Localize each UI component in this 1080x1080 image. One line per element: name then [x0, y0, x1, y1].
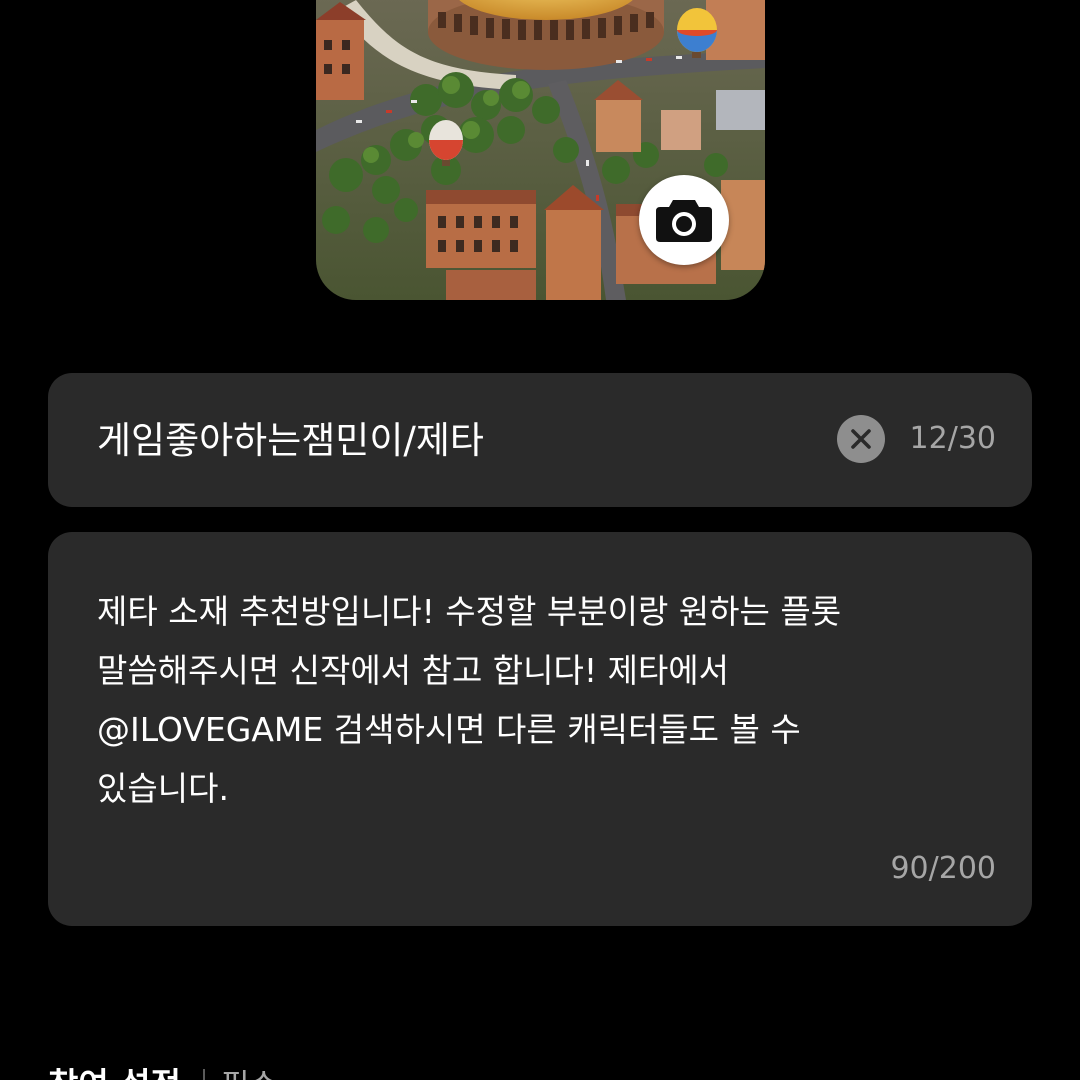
- name-character-counter: 12/30: [909, 421, 996, 456]
- section-title: 참여 설정: [48, 1058, 181, 1080]
- close-icon: [851, 429, 871, 449]
- description-character-counter: 90/200: [890, 851, 996, 886]
- room-name-input[interactable]: 게임좋아하는잼민이/제타: [97, 413, 484, 469]
- change-photo-button[interactable]: [639, 175, 729, 265]
- participation-settings-header: 참여 설정 필수: [48, 1052, 278, 1080]
- section-divider: [202, 1069, 205, 1080]
- required-label: 필수: [221, 1060, 278, 1080]
- chat-room-edit-screen: 게임좋아하는잼민이/제타 12/30 제타 소재 추천방입니다! 수정할 부분이…: [0, 0, 1080, 1080]
- camera-icon: [656, 200, 712, 242]
- room-description-input[interactable]: 제타 소재 추천방입니다! 수정할 부분이랑 원하는 플롯 말씀해주시면 신작에…: [97, 582, 957, 818]
- room-name-field[interactable]: 게임좋아하는잼민이/제타 12/30: [48, 373, 1032, 507]
- clear-name-button[interactable]: [837, 415, 885, 463]
- room-description-field[interactable]: 제타 소재 추천방입니다! 수정할 부분이랑 원하는 플롯 말씀해주시면 신작에…: [48, 532, 1032, 926]
